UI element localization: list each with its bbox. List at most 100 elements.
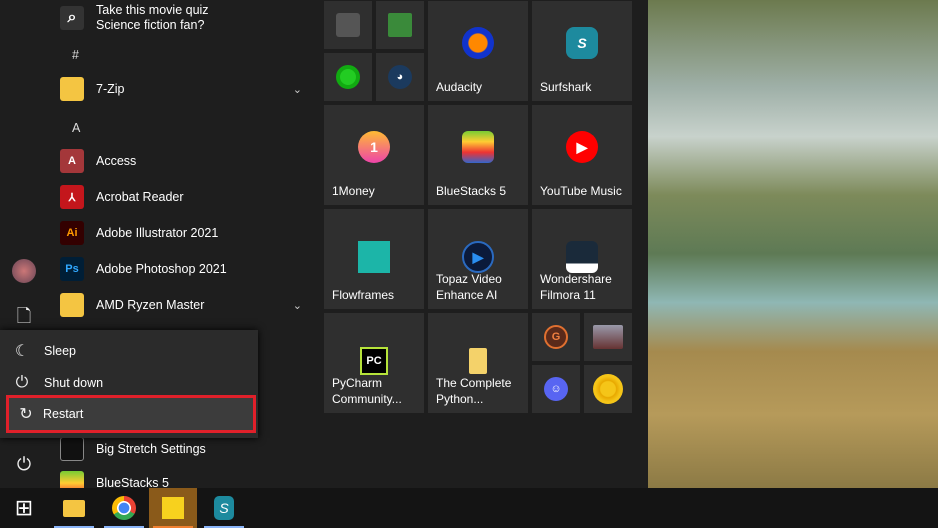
- app-illustrator[interactable]: Ai Adobe Illustrator 2021: [60, 215, 312, 251]
- tile-bluestacks[interactable]: BlueStacks 5: [428, 105, 528, 205]
- bluestacks-icon: [60, 471, 84, 488]
- document-icon[interactable]: 🗋: [12, 306, 36, 331]
- tile-label: Surfshark: [540, 80, 592, 94]
- acrobat-icon: ⅄: [60, 185, 84, 209]
- game-icon: [593, 325, 623, 349]
- grammarly-icon: G: [544, 325, 568, 349]
- tile-pycharm[interactable]: PC PyCharm Community...: [324, 313, 424, 413]
- surfshark-icon: S: [566, 27, 598, 59]
- tile-discord[interactable]: ☺: [532, 365, 580, 413]
- app-bluestacks[interactable]: BlueStacks 5: [60, 465, 312, 488]
- sleep-label: Sleep: [44, 344, 76, 358]
- razer-icon: [336, 65, 360, 89]
- app-amd-ryzen-master[interactable]: AMD Ryzen Master ⌄: [60, 287, 312, 323]
- graphics-card-icon: [388, 13, 412, 37]
- app-photoshop[interactable]: Ps Adobe Photoshop 2021: [60, 251, 312, 287]
- tile-topaz[interactable]: ▶ Topaz Video Enhance AI: [428, 209, 528, 309]
- app-access[interactable]: A Access: [60, 143, 312, 179]
- tile-label: Topaz Video Enhance AI: [436, 272, 502, 302]
- tile-label: The Complete Python...: [436, 376, 512, 406]
- filmora-icon: [566, 241, 598, 273]
- app-label: Big Stretch Settings: [96, 442, 206, 456]
- folder-icon: [60, 293, 84, 317]
- big-stretch-icon: [60, 437, 84, 461]
- group-header-hash[interactable]: #: [72, 48, 79, 62]
- power-icon[interactable]: ⏻: [12, 452, 36, 476]
- suggestion-line1: Take this movie quiz: [96, 3, 209, 17]
- flowframes-icon: [358, 241, 390, 273]
- tile-1money[interactable]: 1 1Money: [324, 105, 424, 205]
- tile-chrome-canary[interactable]: [584, 365, 632, 413]
- tile-label: Flowframes: [332, 288, 395, 302]
- photoshop-icon: Ps: [60, 257, 84, 281]
- app-acrobat-reader[interactable]: ⅄ Acrobat Reader: [60, 179, 312, 215]
- tile-label: Wondershare Filmora 11: [540, 272, 612, 302]
- tile-surfshark[interactable]: S Surfshark: [532, 1, 632, 101]
- restart-label: Restart: [43, 407, 84, 421]
- user-avatar[interactable]: [12, 259, 36, 283]
- surfshark-icon: S: [214, 496, 234, 520]
- shut-down-label: Shut down: [44, 376, 104, 390]
- tile-label: BlueStacks 5: [436, 184, 507, 198]
- app-label: Access: [96, 154, 137, 168]
- steam-icon: ◕: [388, 65, 412, 89]
- app-label: Acrobat Reader: [96, 190, 184, 204]
- restart-button[interactable]: ↻ Restart: [6, 395, 256, 433]
- tile-filmora[interactable]: Wondershare Filmora 11: [532, 209, 632, 309]
- tile-razer[interactable]: [324, 53, 372, 101]
- app-7zip[interactable]: 7-Zip ⌄: [60, 71, 312, 107]
- taskbar-chrome[interactable]: [100, 488, 148, 528]
- taskbar-file-explorer[interactable]: [50, 488, 98, 528]
- sleep-button[interactable]: ☾ Sleep: [0, 335, 258, 367]
- tile-label: 1Money: [332, 184, 375, 198]
- tile-flowframes[interactable]: Flowframes: [324, 209, 424, 309]
- tile-label: YouTube Music: [540, 184, 622, 198]
- power-icon: ⏻: [15, 374, 29, 391]
- access-icon: A: [60, 149, 84, 173]
- suggestion-movie-quiz[interactable]: ⌕ Take this movie quiz Science fiction fa…: [60, 0, 312, 36]
- topaz-icon: ▶: [462, 241, 494, 273]
- onemoney-icon: 1: [358, 131, 390, 163]
- start-menu: 🗋 ⏻ ⌕ Take this movie quiz Science fictio…: [0, 0, 648, 488]
- pycharm-icon: PC: [360, 347, 388, 375]
- tile-audacity[interactable]: Audacity: [428, 1, 528, 101]
- sticky-notes-icon: [162, 497, 184, 519]
- discord-icon: ☺: [544, 377, 568, 401]
- folder-icon: [63, 499, 85, 517]
- search-icon: ⌕: [60, 6, 84, 30]
- restart-icon: ↻: [19, 406, 33, 423]
- taskbar-sticky-notes[interactable]: [149, 488, 197, 528]
- taskbar: ⊞ S: [0, 488, 938, 528]
- tile-youtube-music[interactable]: ▶ YouTube Music: [532, 105, 632, 205]
- app-label: BlueStacks 5: [96, 476, 169, 488]
- folder-icon: [469, 348, 487, 374]
- suggestion-line2: Science fiction fan?: [96, 18, 205, 32]
- folder-icon: [60, 77, 84, 101]
- bluestacks-icon: [462, 131, 494, 163]
- app-label: Adobe Illustrator 2021: [96, 226, 219, 240]
- chrome-icon: [112, 496, 136, 520]
- chevron-down-icon[interactable]: ⌄: [293, 299, 302, 312]
- tile-grammarly[interactable]: G: [532, 313, 580, 361]
- tile-python-folder[interactable]: The Complete Python...: [428, 313, 528, 413]
- taskbar-surfshark[interactable]: S: [200, 488, 248, 528]
- aorus-icon: [336, 13, 360, 37]
- tile-steam[interactable]: ◕: [376, 53, 424, 101]
- group-header-a[interactable]: A: [72, 121, 80, 135]
- chevron-down-icon[interactable]: ⌄: [293, 83, 302, 96]
- audacity-icon: [462, 27, 494, 59]
- app-label: Adobe Photoshop 2021: [96, 262, 227, 276]
- tile-game[interactable]: [584, 313, 632, 361]
- chrome-canary-icon: [593, 374, 623, 404]
- app-label: 7-Zip: [96, 82, 125, 96]
- start-button[interactable]: ⊞: [0, 488, 48, 528]
- tile-aorus[interactable]: [324, 1, 372, 49]
- app-label: AMD Ryzen Master: [96, 298, 205, 312]
- tile-gpu[interactable]: [376, 1, 424, 49]
- illustrator-icon: Ai: [60, 221, 84, 245]
- suggestion-text: Take this movie quiz Science fiction fan?: [96, 3, 209, 33]
- power-menu: ☾ Sleep ⏻ Shut down ↻ Restart: [0, 330, 258, 438]
- moon-icon: ☾: [14, 343, 30, 360]
- youtube-music-icon: ▶: [566, 131, 598, 163]
- desktop-wallpaper: [648, 0, 938, 488]
